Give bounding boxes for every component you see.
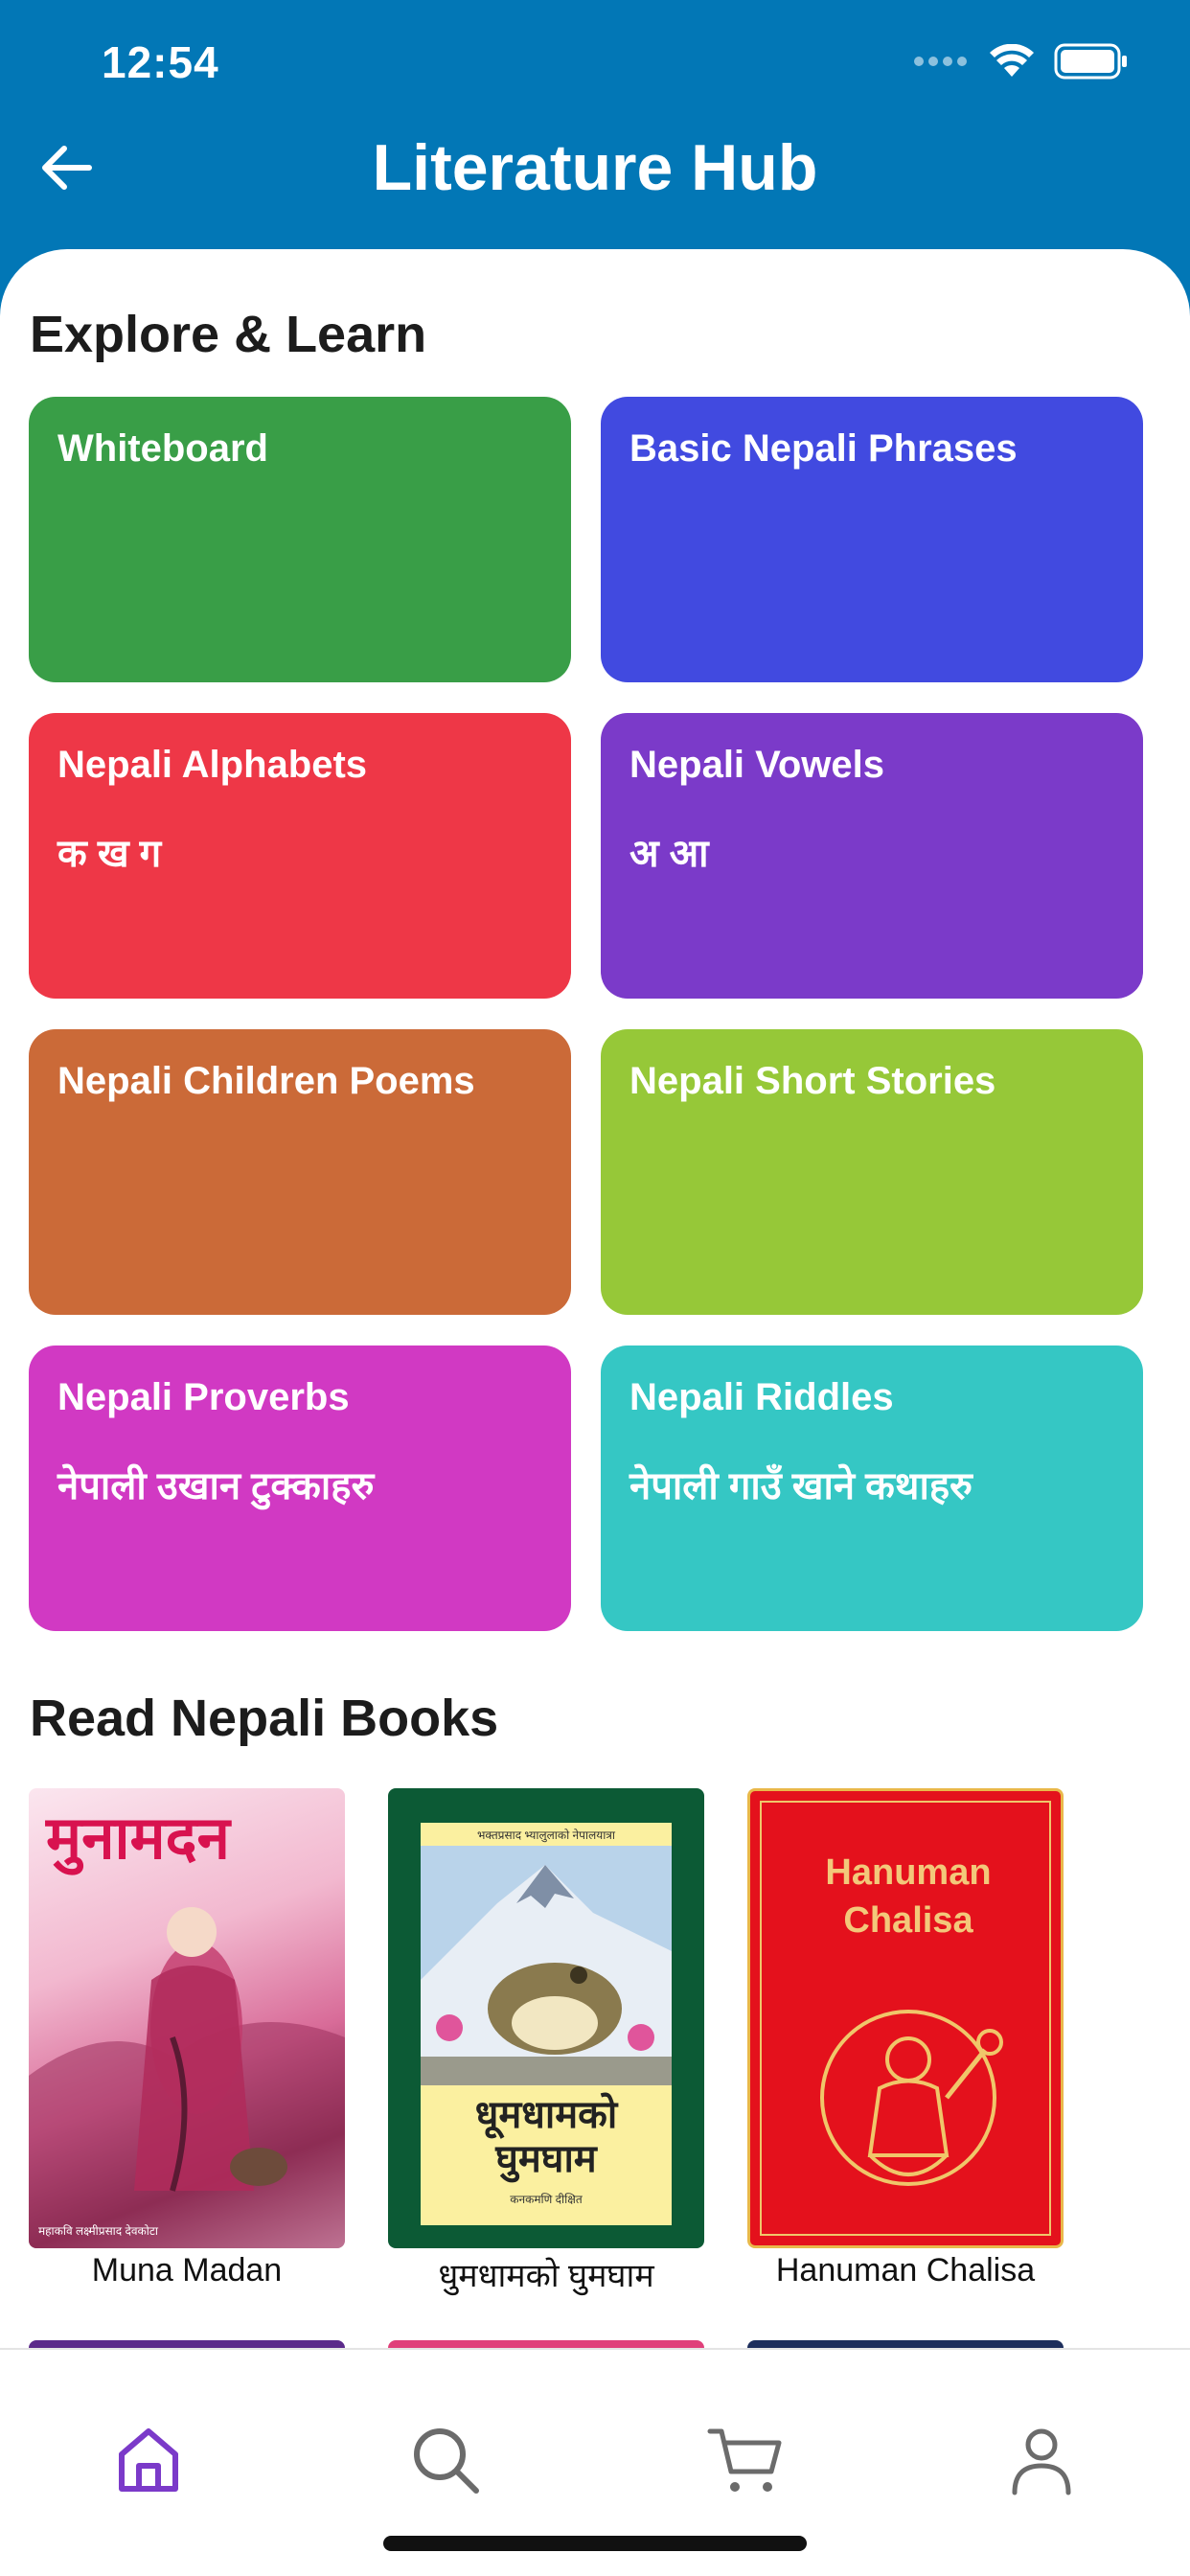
books-heading: Read Nepali Books xyxy=(30,1690,499,1747)
cover-author: कनकमणि दीक्षित xyxy=(510,2193,583,2206)
book-muna-madan[interactable]: मुनामदन महाकवि लक्ष्मीप्रसाद देवकोटा Mun… xyxy=(29,1788,345,2289)
home-indicator xyxy=(383,2536,807,2551)
tile-title: Nepali Proverbs xyxy=(57,1376,350,1418)
tile-nepali-children-poems[interactable]: Nepali Children Poems xyxy=(29,1029,571,1315)
hanuman-illustration xyxy=(820,2010,1003,2186)
tab-profile[interactable] xyxy=(998,2417,1085,2503)
tab-cart[interactable] xyxy=(701,2417,788,2503)
status-time: 12:54 xyxy=(102,37,219,87)
tile-nepali-proverbs[interactable]: Nepali Proverbs नेपाली उखान टुक्काहरु xyxy=(29,1346,571,1631)
book-title: Hanuman Chalisa xyxy=(775,2252,1036,2288)
header: Literature Hub xyxy=(0,125,1190,249)
cover-author: महाकवि लक्ष्मीप्रसाद देवकोटा xyxy=(38,2224,159,2238)
book-cover: मुनामदन महाकवि लक्ष्मीप्रसाद देवकोटा xyxy=(29,1788,345,2248)
cover-title: धूमधामको घुमघाम xyxy=(474,2094,618,2180)
search-icon xyxy=(414,2428,479,2494)
tile-subtitle: अ आ xyxy=(629,833,709,875)
book-title: धुमधामको घुमघाम xyxy=(438,2258,654,2294)
tile-title: Whiteboard xyxy=(57,427,268,470)
book-cover: Hanuman Chalisa xyxy=(747,1788,1064,2248)
home-icon xyxy=(119,2428,178,2492)
profile-icon xyxy=(1012,2428,1071,2496)
status-icons xyxy=(912,43,1129,84)
tile-title: Nepali Vowels xyxy=(629,744,885,786)
battery-icon xyxy=(1054,43,1129,84)
explore-heading: Explore & Learn xyxy=(30,306,427,363)
tile-nepali-short-stories[interactable]: Nepali Short Stories xyxy=(601,1029,1143,1315)
tile-whiteboard[interactable]: Whiteboard xyxy=(29,397,571,682)
book-cover: भक्तप्रसाद भ्यालुलाको नेपालयात्रा धूमधाम… xyxy=(388,1788,704,2248)
wifi-icon xyxy=(989,43,1035,83)
tab-home[interactable] xyxy=(105,2417,192,2503)
book-dhumdhamko-ghumgham[interactable]: भक्तप्रसाद भ्यालुलाको नेपालयात्रा धूमधाम… xyxy=(388,1788,704,2296)
tile-subtitle: क ख ग xyxy=(57,833,162,875)
tile-title: Nepali Short Stories xyxy=(629,1060,996,1102)
page-title: Literature Hub xyxy=(372,131,818,204)
book-title: Muna Madan xyxy=(91,2252,283,2288)
cellular-signal-icon xyxy=(912,55,970,73)
cart-icon xyxy=(707,2428,782,2492)
tab-search[interactable] xyxy=(402,2417,489,2503)
status-bar: 12:54 xyxy=(0,0,1190,134)
cover-title: मुनामदन xyxy=(46,1806,230,1872)
tile-title: Nepali Alphabets xyxy=(57,744,368,786)
tile-nepali-riddles[interactable]: Nepali Riddles नेपाली गाउँ खाने कथाहरु xyxy=(601,1346,1143,1631)
tile-title: Nepali Riddles xyxy=(629,1376,894,1418)
cover-title: Hanuman Chalisa xyxy=(825,1852,992,1941)
cover-subtitle: भक्तप्रसाद भ्यालुलाको नेपालयात्रा xyxy=(476,1828,616,1842)
book-hanuman-chalisa[interactable]: Hanuman Chalisa Hanuman Chalisa xyxy=(747,1788,1064,2289)
tile-subtitle: नेपाली गाउँ खाने कथाहरु xyxy=(629,1465,973,1507)
tile-nepali-vowels[interactable]: Nepali Vowels अ आ xyxy=(601,713,1143,999)
book-illustration xyxy=(421,1846,672,2085)
tile-title: Basic Nepali Phrases xyxy=(629,427,1018,470)
tile-nepali-alphabets[interactable]: Nepali Alphabets क ख ग xyxy=(29,713,571,999)
tile-title: Nepali Children Poems xyxy=(57,1060,475,1102)
tile-subtitle: नेपाली उखान टुक्काहरु xyxy=(57,1465,375,1507)
tile-basic-nepali-phrases[interactable]: Basic Nepali Phrases xyxy=(601,397,1143,682)
